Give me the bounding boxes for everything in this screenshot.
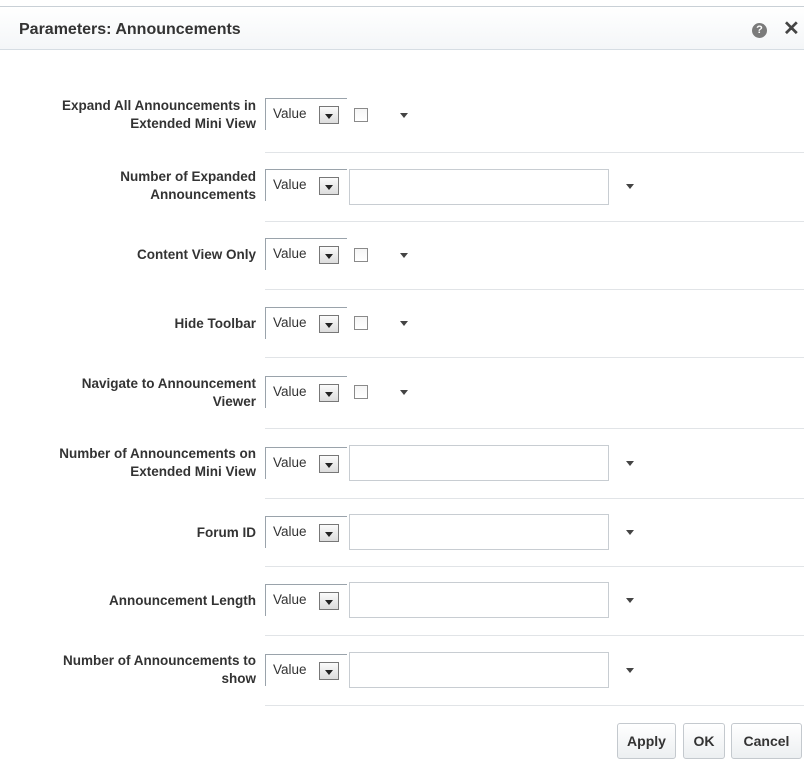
row-divider — [265, 357, 804, 358]
label-line: Viewer — [212, 394, 256, 409]
dialog-title: Parameters: Announcements — [19, 21, 241, 38]
cancel-button[interactable]: Cancel — [731, 723, 802, 759]
label-line: Expand All Announcements in — [61, 98, 256, 113]
value-select[interactable]: Value — [265, 376, 347, 408]
chevron-down-icon[interactable] — [319, 455, 339, 473]
param-label: Navigate to Announcement Viewer — [0, 375, 256, 411]
param-label: Number of Expanded Announcements — [0, 168, 256, 204]
value-select-text: Value — [273, 246, 307, 261]
label-line: Navigate to Announcement — [81, 376, 256, 391]
param-text-input[interactable] — [349, 514, 609, 550]
param-label: Content View Only — [0, 246, 256, 264]
param-label: Forum ID — [0, 524, 256, 542]
row-divider — [265, 635, 804, 636]
label-line: Hide Toolbar — [174, 316, 256, 331]
value-select-text: Value — [273, 524, 307, 539]
options-menu-caret-icon[interactable] — [400, 321, 408, 326]
row-divider — [265, 221, 804, 222]
value-select-text: Value — [273, 384, 307, 399]
value-select[interactable]: Value — [265, 584, 347, 616]
value-select-text: Value — [273, 455, 307, 470]
value-select-text: Value — [273, 592, 307, 607]
chevron-down-icon[interactable] — [319, 246, 339, 264]
param-label: Number of Announcements to show — [0, 652, 256, 688]
parameters-dialog: Parameters: Announcements ? ✕ Expand All… — [0, 0, 804, 769]
ok-button[interactable]: OK — [683, 723, 725, 759]
label-line: Announcement Length — [109, 593, 256, 608]
label-line: Extended Mini View — [130, 116, 256, 131]
param-checkbox[interactable] — [354, 248, 368, 262]
label-line: Number of Announcements on — [59, 446, 256, 461]
label-line: Extended Mini View — [130, 464, 256, 479]
chevron-down-icon[interactable] — [319, 662, 339, 680]
options-menu-caret-icon[interactable] — [626, 530, 634, 535]
options-menu-caret-icon[interactable] — [400, 390, 408, 395]
options-menu-caret-icon[interactable] — [626, 184, 634, 189]
chevron-down-icon[interactable] — [319, 384, 339, 402]
param-label: Hide Toolbar — [0, 315, 256, 333]
param-label: Expand All Announcements in Extended Min… — [0, 97, 256, 133]
chevron-down-icon[interactable] — [319, 106, 339, 124]
value-select[interactable]: Value — [265, 447, 347, 479]
param-checkbox[interactable] — [354, 385, 368, 399]
row-divider — [265, 152, 804, 153]
chevron-down-icon[interactable] — [319, 524, 339, 542]
row-divider — [265, 498, 804, 499]
value-select-text: Value — [273, 177, 307, 192]
param-text-input[interactable] — [349, 445, 609, 481]
param-text-input[interactable] — [349, 582, 609, 618]
label-line: Number of Expanded — [120, 169, 256, 184]
options-menu-caret-icon[interactable] — [626, 598, 634, 603]
param-label: Number of Announcements on Extended Mini… — [0, 445, 256, 481]
label-line: Announcements — [150, 187, 256, 202]
label-line: Content View Only — [136, 247, 256, 262]
value-select-text: Value — [273, 106, 307, 121]
param-text-input[interactable] — [349, 652, 609, 688]
label-line: Forum ID — [196, 525, 256, 540]
chevron-down-icon[interactable] — [319, 315, 339, 333]
value-select[interactable]: Value — [265, 98, 347, 130]
chevron-down-icon[interactable] — [319, 592, 339, 610]
param-label: Announcement Length — [0, 592, 256, 610]
dialog-title-bar: Parameters: Announcements ? ✕ — [0, 6, 804, 50]
label-line: Number of Announcements to — [62, 653, 256, 668]
row-divider — [265, 428, 804, 429]
options-menu-caret-icon[interactable] — [626, 461, 634, 466]
value-select-text: Value — [273, 662, 307, 677]
value-select-text: Value — [273, 315, 307, 330]
param-checkbox[interactable] — [354, 108, 368, 122]
value-select[interactable]: Value — [265, 307, 347, 339]
value-select[interactable]: Value — [265, 516, 347, 548]
options-menu-caret-icon[interactable] — [400, 113, 408, 118]
value-select[interactable]: Value — [265, 238, 347, 270]
param-checkbox[interactable] — [354, 316, 368, 330]
row-divider — [265, 289, 804, 290]
value-select[interactable]: Value — [265, 169, 347, 201]
options-menu-caret-icon[interactable] — [400, 253, 408, 258]
row-divider — [265, 705, 804, 706]
close-icon[interactable]: ✕ — [783, 18, 800, 40]
chevron-down-icon[interactable] — [319, 177, 339, 195]
help-icon[interactable]: ? — [752, 23, 767, 38]
label-line: show — [221, 671, 256, 686]
options-menu-caret-icon[interactable] — [626, 668, 634, 673]
row-divider — [265, 566, 804, 567]
param-text-input[interactable] — [349, 169, 609, 205]
apply-button[interactable]: Apply — [617, 723, 676, 759]
value-select[interactable]: Value — [265, 654, 347, 686]
